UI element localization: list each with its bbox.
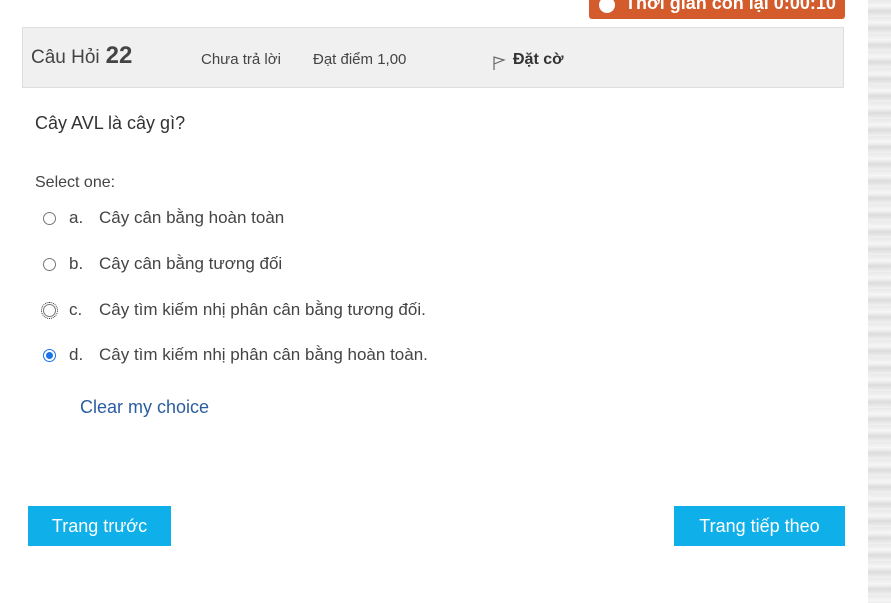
timer-label: Thời gian còn lại 0:00:10 xyxy=(625,0,836,13)
next-page-button[interactable]: Trang tiếp theo xyxy=(674,506,845,546)
previous-page-button[interactable]: Trang trước xyxy=(28,506,171,546)
option-text: Cây cân bằng tương đối xyxy=(99,254,283,273)
option-text: Cây cân bằng hoàn toàn xyxy=(99,208,285,227)
option-letter: a. xyxy=(69,208,84,227)
radio-a[interactable] xyxy=(43,211,56,225)
flag-label: Đặt cờ xyxy=(513,51,564,68)
question-state: Chưa trả lời xyxy=(201,51,281,68)
answer-option-a[interactable]: a. Cây cân bằng hoàn toàn xyxy=(43,208,284,228)
answer-option-c[interactable]: c. Cây tìm kiếm nhị phân cân bằng tương … xyxy=(41,300,426,320)
background-photo-strip xyxy=(868,0,891,603)
option-letter: d. xyxy=(69,345,84,364)
radio-b[interactable] xyxy=(43,257,56,271)
question-grade: Đạt điểm 1,00 xyxy=(313,51,407,68)
option-letter: c. xyxy=(69,300,83,319)
option-letter: b. xyxy=(69,254,84,273)
radio-c[interactable] xyxy=(41,301,58,319)
question-number: Câu Hỏi 22 xyxy=(31,42,132,70)
question-text: Cây AVL là cây gì? xyxy=(35,113,186,133)
clock-icon xyxy=(599,0,615,13)
option-text: Cây tìm kiếm nhị phân cân bằng hoàn toàn… xyxy=(99,345,428,364)
question-prefix: Câu Hỏi xyxy=(31,47,100,68)
answer-option-b[interactable]: b. Cây cân bằng tương đối xyxy=(43,254,282,274)
option-text: Cây tìm kiếm nhị phân cân bằng tương đối… xyxy=(99,300,426,319)
question-info-header: Câu Hỏi 22 Chưa trả lời Đạt điểm 1,00 Đặt… xyxy=(22,27,844,88)
select-prompt: Select one: xyxy=(35,174,116,191)
radio-d[interactable] xyxy=(43,348,56,362)
flag-question-button[interactable]: Đặt cờ xyxy=(491,49,564,71)
question-number-value: 22 xyxy=(105,42,133,69)
clear-choice-link[interactable]: Clear my choice xyxy=(80,397,209,418)
flag-icon xyxy=(493,56,506,70)
answer-option-d[interactable]: d. Cây tìm kiếm nhị phân cân bằng hoàn t… xyxy=(43,345,428,365)
timer-banner: Thời gian còn lại 0:00:10 xyxy=(589,0,845,19)
